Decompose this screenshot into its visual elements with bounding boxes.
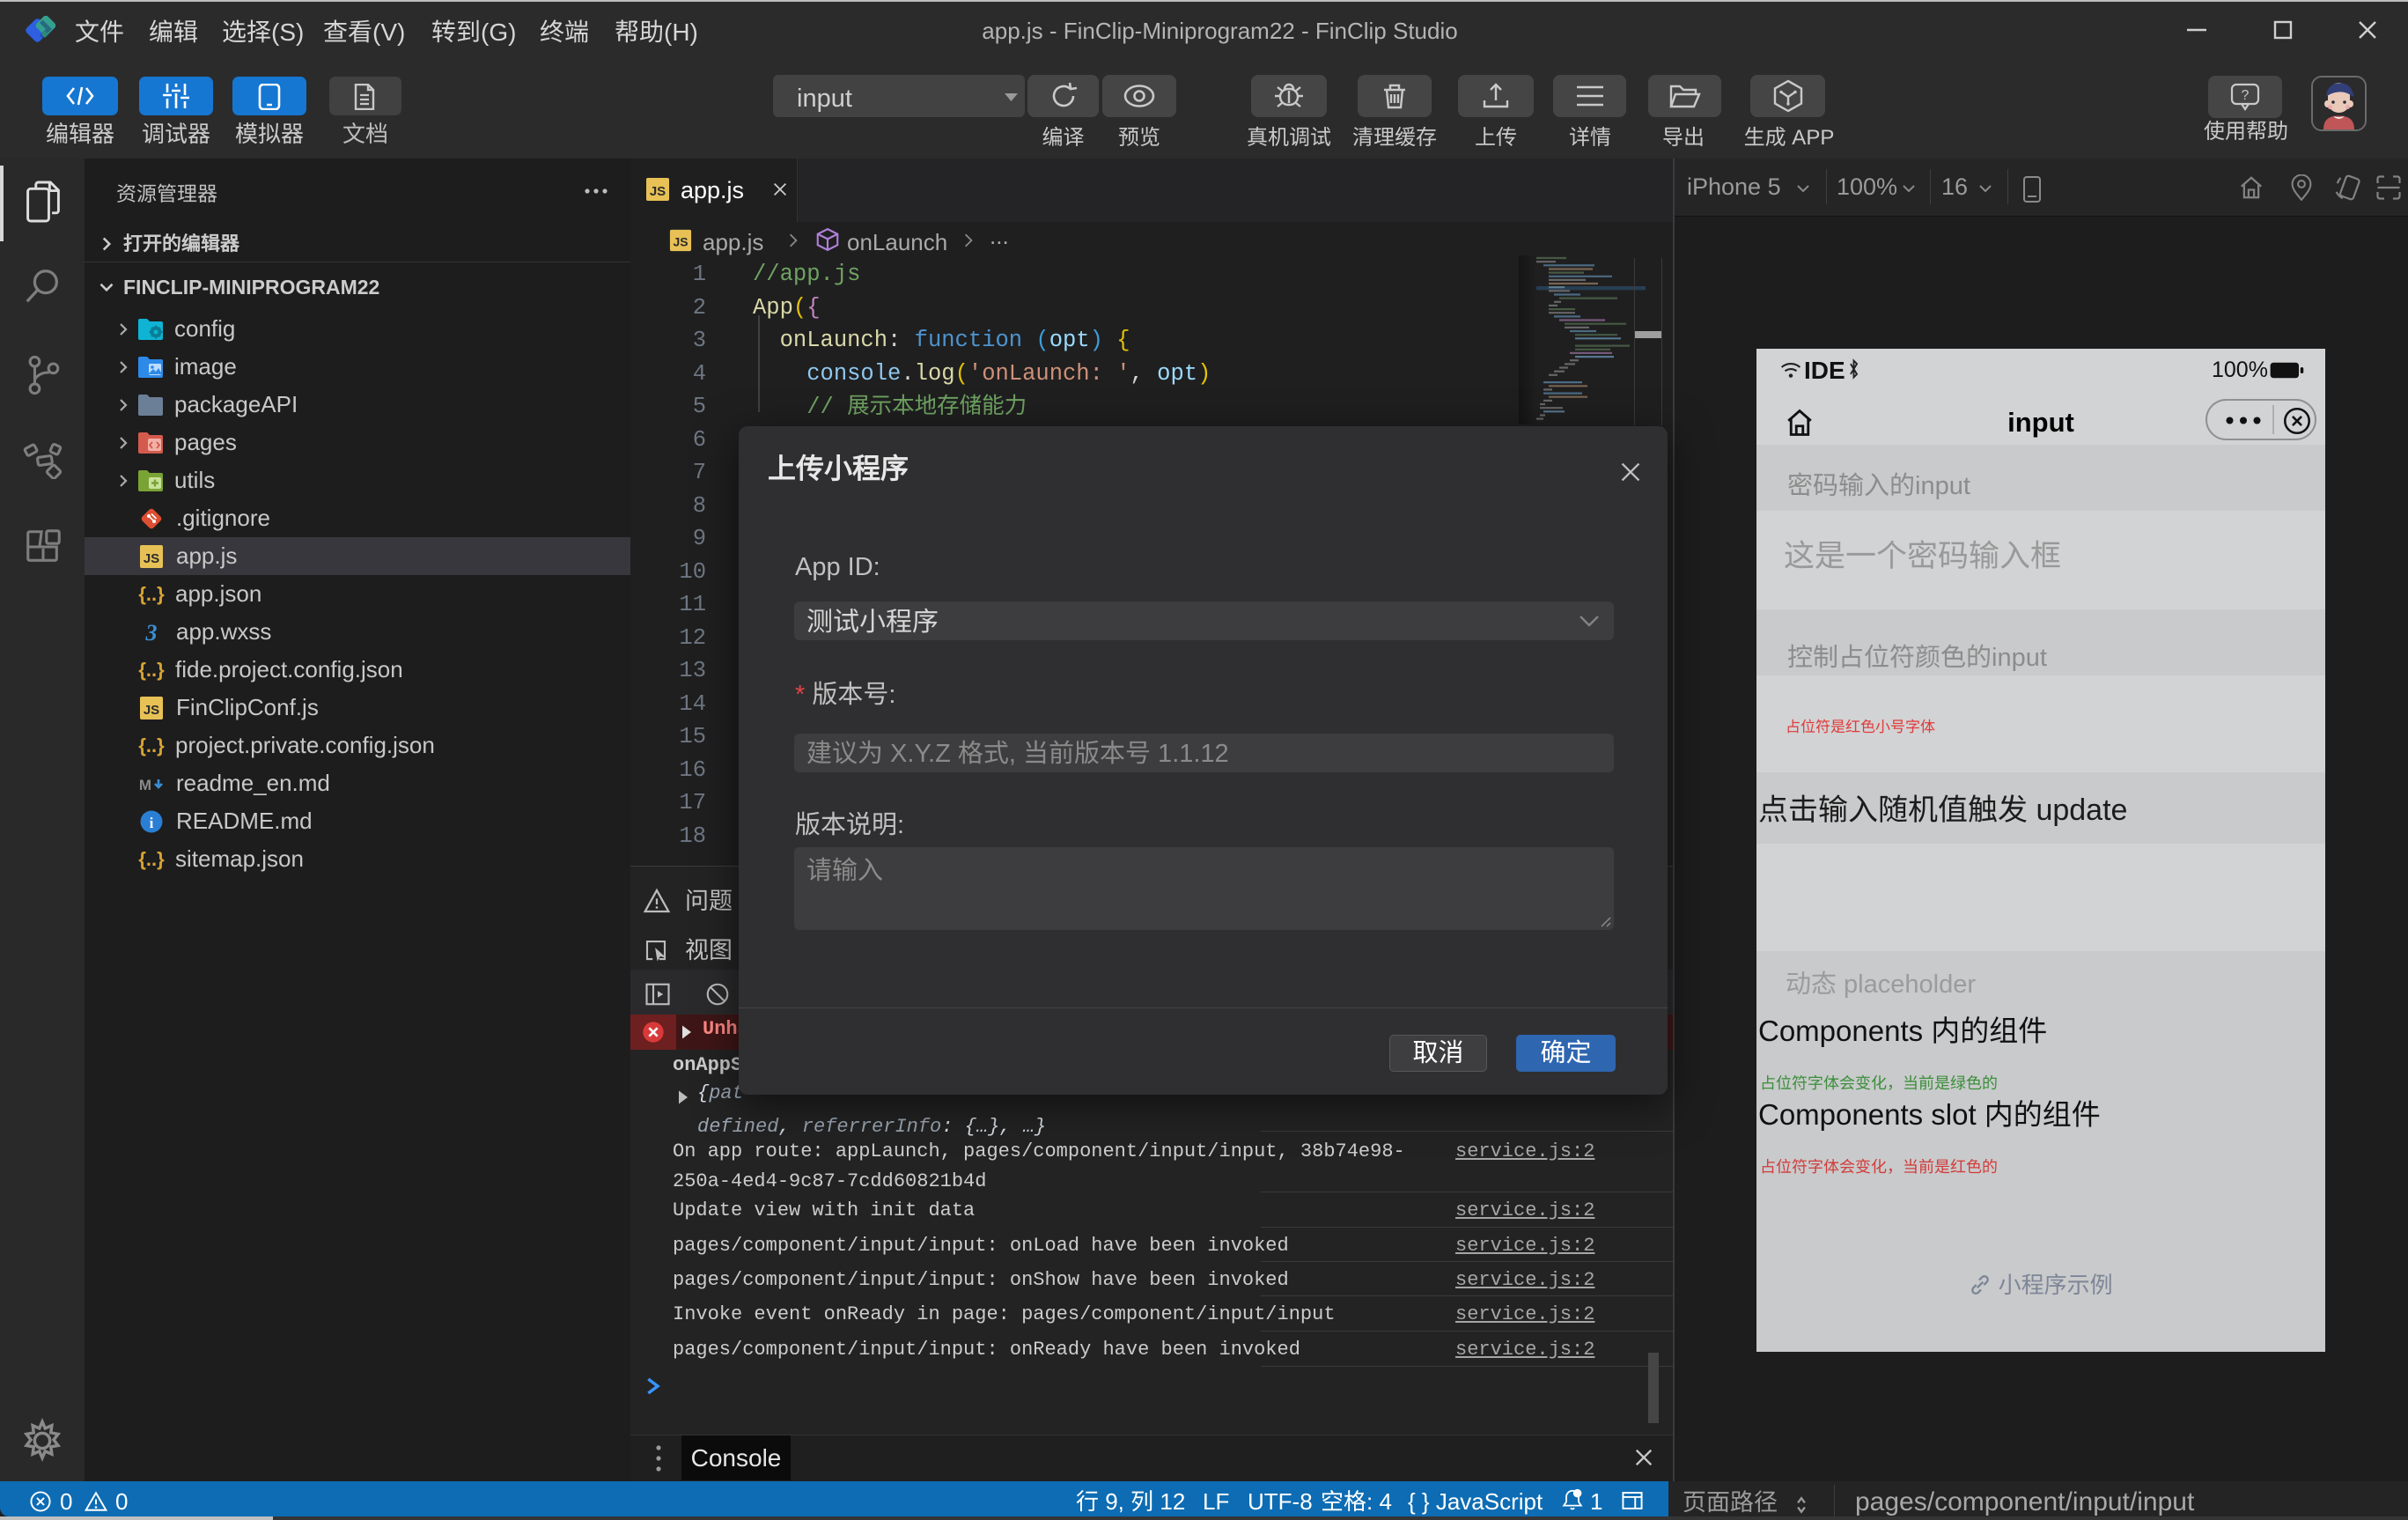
svg-text:i: i: [150, 815, 154, 831]
svg-text:{..}: {..}: [138, 848, 165, 870]
svg-text:{..}: {..}: [138, 734, 165, 756]
svg-text:JS: JS: [144, 551, 159, 566]
svg-text:{..}: {..}: [138, 583, 165, 605]
svg-text:3: 3: [145, 620, 158, 645]
svg-text:M: M: [139, 777, 151, 793]
svg-text:JS: JS: [673, 235, 688, 249]
svg-text:JS: JS: [650, 184, 666, 199]
svg-text:JS: JS: [144, 703, 159, 718]
svg-text:{..}: {..}: [138, 659, 165, 681]
svg-text:?: ?: [2242, 88, 2250, 103]
